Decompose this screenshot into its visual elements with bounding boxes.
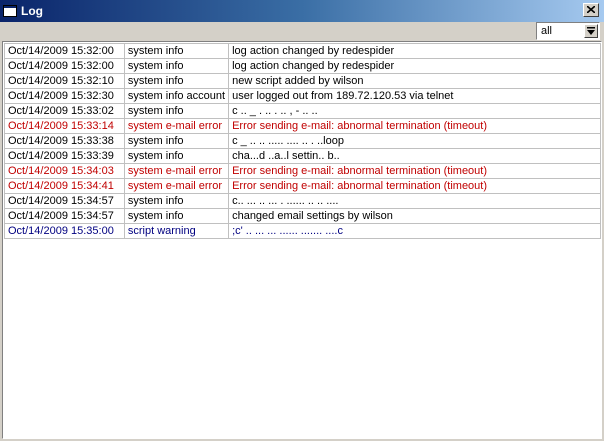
- log-table: Oct/14/2009 15:32:00 system info log actio…: [4, 43, 601, 239]
- log-topic: system info: [123, 208, 230, 224]
- log-topic: system info: [123, 103, 230, 119]
- log-topic: script warning: [123, 223, 230, 239]
- log-row[interactable]: Oct/14/2009 15:32:00 system info log actio…: [4, 58, 601, 74]
- log-time: Oct/14/2009 15:34:41: [4, 178, 125, 194]
- log-message: ;c' .. ... ... ...... ....... ....c: [228, 223, 601, 239]
- log-topic: system e-mail error: [123, 163, 230, 179]
- log-message: new script added by wilson: [228, 73, 601, 89]
- log-time: Oct/14/2009 15:32:00: [4, 58, 125, 74]
- log-time: Oct/14/2009 15:33:39: [4, 148, 125, 164]
- window-title: Log: [21, 4, 43, 18]
- topic-filter-select[interactable]: all: [536, 22, 600, 40]
- log-message: Error sending e-mail: abnormal terminati…: [228, 163, 601, 179]
- log-message: c.. ... .. ... . ...... .. .. ....: [228, 193, 601, 209]
- log-row[interactable]: Oct/14/2009 15:34:03 system e-mail error E…: [4, 163, 601, 179]
- log-row[interactable]: Oct/14/2009 15:33:38 system info c _ .. ..…: [4, 133, 601, 149]
- log-message: log action changed by redespider: [228, 58, 601, 74]
- log-time: Oct/14/2009 15:34:57: [4, 208, 125, 224]
- log-topic: system e-mail error: [123, 118, 230, 134]
- log-time: Oct/14/2009 15:33:02: [4, 103, 125, 119]
- log-row[interactable]: Oct/14/2009 15:35:00 script warning ;c' ..…: [4, 223, 601, 239]
- log-row[interactable]: Oct/14/2009 15:32:10 system info new scrip…: [4, 73, 601, 89]
- log-list[interactable]: Oct/14/2009 15:32:00 system info log actio…: [2, 41, 602, 439]
- log-time: Oct/14/2009 15:34:57: [4, 193, 125, 209]
- log-time: Oct/14/2009 15:32:10: [4, 73, 125, 89]
- log-row[interactable]: Oct/14/2009 15:34:57 system info changed e…: [4, 208, 601, 224]
- log-topic: system info: [123, 43, 230, 59]
- log-topic: system info: [123, 148, 230, 164]
- log-topic: system e-mail error: [123, 178, 230, 194]
- log-time: Oct/14/2009 15:35:00: [4, 223, 125, 239]
- log-message: Error sending e-mail: abnormal terminati…: [228, 118, 601, 134]
- log-time: Oct/14/2009 15:34:03: [4, 163, 125, 179]
- log-time: Oct/14/2009 15:33:14: [4, 118, 125, 134]
- log-window: Log all Oct/14/2009 15:32:00 system info l…: [0, 0, 604, 441]
- log-message: c .. _ . .. . .. , - .. ..: [228, 103, 601, 119]
- close-icon: [587, 6, 595, 13]
- log-row[interactable]: Oct/14/2009 15:32:00 system info log actio…: [4, 43, 601, 59]
- filter-dropdown-button[interactable]: [584, 24, 598, 38]
- log-message: c _ .. .. ..... .... .. . ..loop: [228, 133, 601, 149]
- log-topic: system info: [123, 193, 230, 209]
- log-message: cha...d ..a..l settin.. b..: [228, 148, 601, 164]
- log-topic: system info account: [123, 88, 230, 104]
- log-row[interactable]: Oct/14/2009 15:33:39 system info cha...d .…: [4, 148, 601, 164]
- log-row[interactable]: Oct/14/2009 15:34:41 system e-mail error E…: [4, 178, 601, 194]
- log-time: Oct/14/2009 15:33:38: [4, 133, 125, 149]
- log-row[interactable]: Oct/14/2009 15:34:57 system info c.. ... .…: [4, 193, 601, 209]
- log-topic: system info: [123, 58, 230, 74]
- close-button[interactable]: [583, 3, 599, 17]
- log-topic: system info: [123, 73, 230, 89]
- log-message: user logged out from 189.72.120.53 via t…: [228, 88, 601, 104]
- log-time: Oct/14/2009 15:32:00: [4, 43, 125, 59]
- dropdown-arrow-icon: [587, 27, 595, 35]
- toolbar: all: [0, 22, 604, 40]
- log-time: Oct/14/2009 15:32:30: [4, 88, 125, 104]
- log-row[interactable]: Oct/14/2009 15:33:14 system e-mail error E…: [4, 118, 601, 134]
- filter-value: all: [541, 25, 553, 37]
- log-topic: system info: [123, 133, 230, 149]
- log-message: log action changed by redespider: [228, 43, 601, 59]
- title-bar[interactable]: Log: [0, 0, 604, 22]
- log-row[interactable]: Oct/14/2009 15:33:02 system info c .. _ . …: [4, 103, 601, 119]
- window-icon: [3, 5, 17, 17]
- log-message: changed email settings by wilson: [228, 208, 601, 224]
- log-row[interactable]: Oct/14/2009 15:32:30 system info account u…: [4, 88, 601, 104]
- log-message: Error sending e-mail: abnormal terminati…: [228, 178, 601, 194]
